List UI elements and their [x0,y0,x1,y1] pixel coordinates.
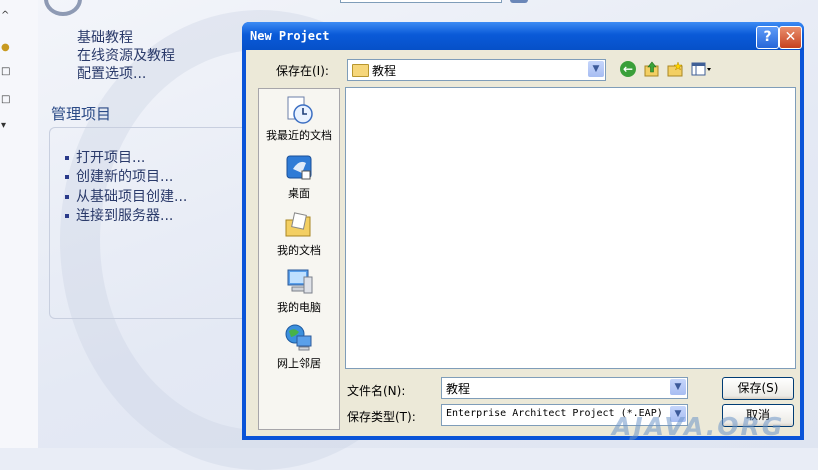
create-project-link[interactable]: 创建新的项目... [65,166,173,186]
open-project-link[interactable]: 打开项目... [65,147,145,167]
close-button[interactable]: ✕ [779,26,802,49]
folder-icon [352,64,369,77]
strip-icon[interactable]: ^ [1,10,9,21]
place-desktop[interactable]: 桌面 [259,153,339,201]
save-in-label: 保存在(I): [276,64,329,78]
bullet-label[interactable]: 连接到服务器... [76,208,173,224]
manage-projects-title: 管理项目 [51,105,112,123]
my-computer-icon [284,267,314,297]
dialog-client-area: 保存在(I): 教程 ▼ ← 我最近的文档 桌面 我的文档 我的电脑 网上邻居 … [246,50,800,436]
save-in-value: 教程 [372,64,397,78]
strip-icon[interactable]: ● [1,42,10,53]
save-in-combo[interactable]: 教程 ▼ [347,59,606,81]
file-list-pane[interactable] [345,87,796,369]
desktop-icon [284,153,314,183]
top-go-button[interactable] [510,0,528,3]
strip-icon[interactable]: ▾ [1,120,6,131]
connect-server-link[interactable]: 连接到服务器... [65,205,173,225]
link-basic-tutorial[interactable]: 基础教程 [77,27,133,47]
bullet-icon [65,175,69,179]
place-my-documents[interactable]: 我的文档 [259,210,339,258]
dialog-titlebar[interactable]: New Project ? ✕ [242,22,804,50]
link-config-options[interactable]: 配置选项... [77,63,146,83]
recent-documents-icon [284,95,314,125]
bullet-icon [65,156,69,160]
places-bar: 我最近的文档 桌面 我的文档 我的电脑 网上邻居 [258,88,340,430]
chevron-down-icon[interactable]: ▼ [588,61,604,77]
left-toolbar-strip: ^ ● □ □ ▾ [0,0,39,448]
views-menu-icon[interactable] [691,61,713,77]
place-label: 桌面 [288,187,310,200]
top-input-field[interactable] [340,0,502,3]
watermark: AJAVA.ORG [612,412,785,441]
save-button[interactable]: 保存(S) [722,377,794,400]
bullet-icon [65,195,69,199]
create-from-base-link[interactable]: 从基础项目创建... [65,186,187,206]
file-name-label: 文件名(N): [347,384,406,398]
place-label: 我的电脑 [277,301,321,314]
file-name-value[interactable]: 教程 [446,380,470,397]
new-folder-icon[interactable] [667,61,683,77]
place-network[interactable]: 网上邻居 [259,323,339,371]
place-recent-documents[interactable]: 我最近的文档 [259,95,339,143]
bullet-label[interactable]: 从基础项目创建... [76,189,187,205]
strip-icon[interactable]: □ [1,66,10,77]
my-documents-icon [284,210,314,240]
up-folder-icon[interactable] [644,61,660,77]
place-label: 我最近的文档 [266,129,332,142]
place-label: 网上邻居 [277,357,321,370]
back-icon[interactable]: ← [620,61,636,77]
place-label: 我的文档 [277,244,321,257]
file-type-label: 保存类型(T): [347,410,416,424]
bullet-label[interactable]: 创建新的项目... [76,169,173,185]
dialog-title: New Project [250,29,330,43]
link-online-resources[interactable]: 在线资源及教程 [77,45,175,65]
chevron-down-icon[interactable]: ▼ [670,379,686,395]
bullet-icon [65,214,69,218]
network-places-icon [284,323,314,353]
place-my-computer[interactable]: 我的电脑 [259,267,339,315]
file-name-combo[interactable]: 教程 ▼ [441,377,688,399]
new-project-dialog: New Project ? ✕ 保存在(I): 教程 ▼ ← 我最近的文档 桌面… [242,22,804,440]
help-button[interactable]: ? [756,26,779,49]
strip-icon[interactable]: □ [1,94,10,105]
bullet-label[interactable]: 打开项目... [76,150,145,166]
